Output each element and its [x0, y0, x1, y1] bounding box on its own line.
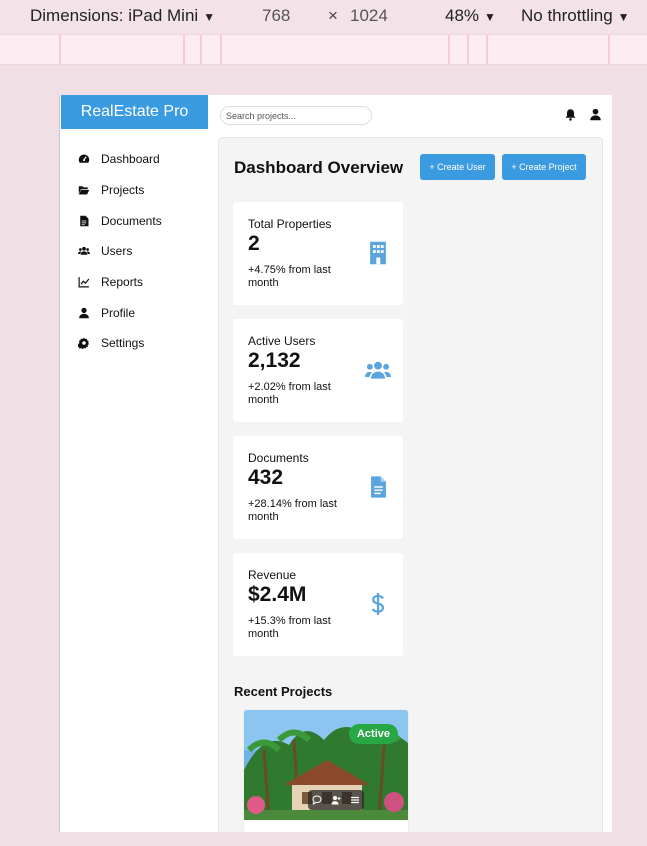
status-badge: Active: [348, 724, 398, 744]
menu-icon[interactable]: [350, 795, 360, 805]
topbar: [208, 95, 612, 136]
sidebar-item-label: Settings: [101, 336, 145, 350]
stat-card-revenue: Revenue $2.4M +15.3% from last month: [233, 553, 403, 656]
project-card[interactable]: Active: [243, 709, 409, 832]
building-icon: [365, 240, 391, 266]
stat-value: 2,132: [248, 349, 301, 372]
width-input[interactable]: 768: [262, 6, 290, 26]
sidebar-item-label: Profile: [101, 306, 136, 320]
stat-label: Documents: [248, 451, 309, 465]
stat-label: Total Properties: [248, 217, 332, 231]
stat-value: 2: [248, 232, 260, 255]
stat-label: Revenue: [248, 568, 297, 582]
ruler-tick: [486, 35, 488, 64]
stat-label: Active Users: [248, 334, 316, 348]
sidebar-item-label: Dashboard: [101, 152, 160, 166]
stat-value: 432: [248, 466, 284, 489]
brand-logo[interactable]: RealEstate Pro: [61, 95, 208, 129]
chevron-down-icon: ▼: [484, 10, 496, 24]
file-icon: [365, 474, 391, 500]
chevron-down-icon: ▼: [617, 10, 630, 24]
ruler-tick: [467, 35, 469, 64]
sidebar-item-documents[interactable]: Documents: [77, 211, 162, 231]
users-icon: [365, 357, 391, 383]
ruler-tick: [448, 35, 450, 64]
device-select[interactable]: Dimensions: iPad Mini ▼: [30, 6, 215, 26]
file-icon: [77, 214, 91, 228]
sidebar-item-label: Reports: [101, 275, 144, 289]
add-user-icon[interactable]: [331, 795, 341, 805]
image-action-bar: [308, 790, 364, 810]
create-project-button[interactable]: + Create Project: [502, 154, 586, 180]
users-icon: [77, 244, 91, 258]
stat-change: +28.14% from last month: [248, 498, 337, 523]
search-input[interactable]: [220, 106, 372, 125]
stat-card-documents: Documents 432 +28.14% from last month: [233, 436, 403, 539]
dollar-icon: [365, 591, 391, 617]
sidebar-item-users[interactable]: Users: [77, 241, 132, 261]
sidebar-item-projects[interactable]: Projects: [77, 180, 144, 200]
device-viewport: RealEstate Pro Dashboard Projects Docume…: [59, 95, 612, 832]
sidebar-item-reports[interactable]: Reports: [77, 272, 143, 292]
devtools-toolbar: Dimensions: iPad Mini ▼ 768 × 1024 48% ▼ N…: [0, 0, 647, 34]
stat-change: +2.02% from last month: [248, 381, 331, 406]
stat-value: $2.4M: [248, 583, 307, 606]
recent-projects-title: Recent Projects: [234, 684, 333, 699]
bell-icon[interactable]: [564, 108, 577, 121]
sidebar-item-label: Users: [101, 244, 133, 258]
device-label: Dimensions: iPad Mini: [30, 6, 199, 25]
zoom-label: 48%: [445, 6, 480, 25]
ruler-tick: [59, 35, 61, 64]
gauge-icon: [77, 152, 91, 166]
chart-line-icon: [77, 275, 91, 289]
ruler-tick: [200, 35, 202, 64]
ruler-tick: [183, 35, 185, 64]
create-user-button[interactable]: + Create User: [420, 154, 495, 180]
folder-open-icon: [77, 183, 91, 197]
throttling-label: No throttling: [521, 6, 613, 25]
height-input[interactable]: 1024: [350, 6, 388, 26]
sidebar-item-profile[interactable]: Profile: [77, 303, 135, 323]
stat-card-active-users: Active Users 2,132 +2.02% from last mont…: [233, 319, 403, 422]
chevron-down-icon: ▼: [203, 10, 216, 24]
sidebar-item-settings[interactable]: Settings: [77, 333, 144, 353]
stat-card-total-properties: Total Properties 2 +4.75% from last mont…: [233, 202, 403, 305]
ruler-tick: [608, 35, 610, 64]
ruler-tick: [220, 35, 222, 64]
gear-icon: [77, 336, 91, 350]
times-icon: ×: [328, 6, 338, 25]
stat-change: +15.3% from last month: [248, 615, 331, 640]
page-title: Dashboard Overview: [234, 158, 404, 177]
sidebar: Dashboard Projects Documents Users Repor…: [61, 129, 208, 685]
sidebar-item-dashboard[interactable]: Dashboard: [77, 149, 160, 169]
comment-icon[interactable]: [312, 795, 322, 805]
user-icon: [77, 306, 91, 320]
zoom-select[interactable]: 48% ▼: [445, 6, 496, 26]
media-query-ruler: [0, 34, 647, 65]
user-icon[interactable]: [589, 108, 602, 121]
throttling-select[interactable]: No throttling ▼: [521, 6, 630, 26]
sidebar-item-label: Documents: [101, 214, 162, 228]
sidebar-item-label: Projects: [101, 183, 145, 197]
stat-change: +4.75% from last month: [248, 264, 331, 289]
main-content: Dashboard Overview + Create User + Creat…: [218, 137, 603, 832]
